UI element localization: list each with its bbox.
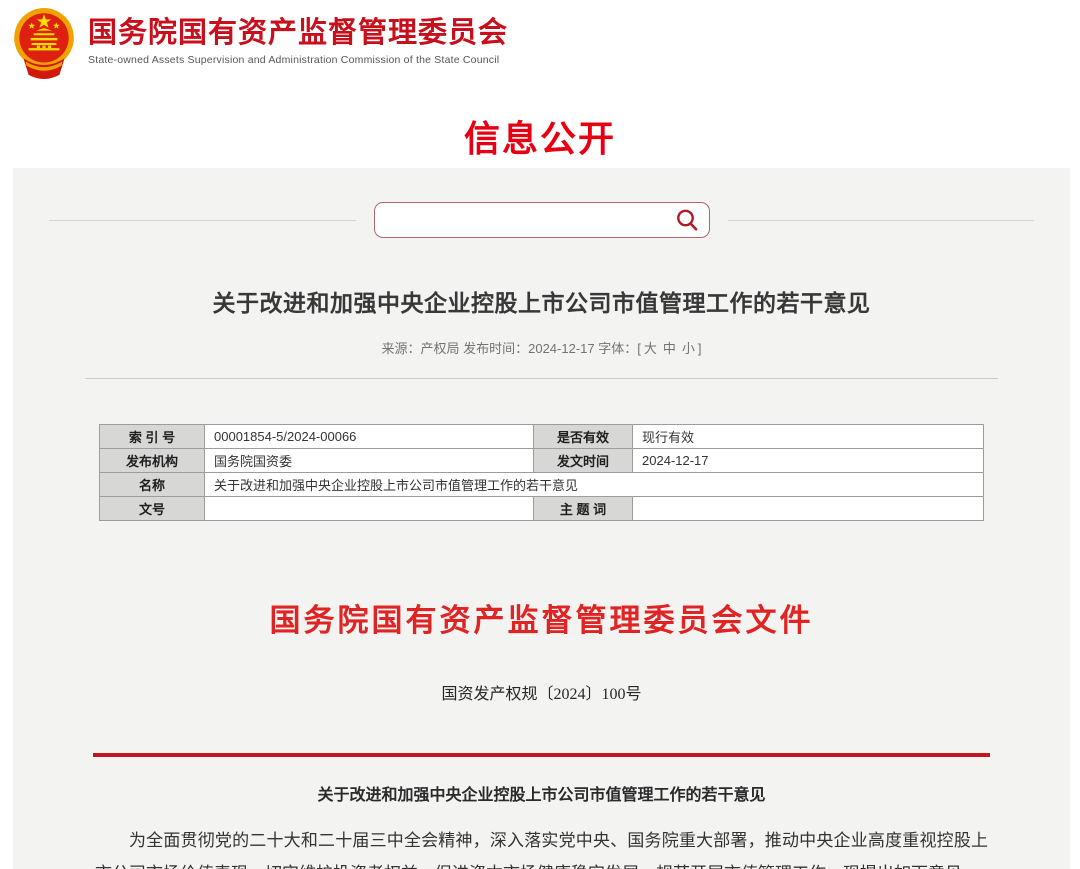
section-divider	[85, 378, 998, 379]
source-label: 来源：	[381, 341, 420, 356]
search-row	[13, 202, 1070, 238]
meta-value-subject	[633, 497, 984, 521]
bracket-close: ]	[698, 341, 702, 356]
table-row: 名称 关于改进和加强中央企业控股上市公司市值管理工作的若干意见	[100, 473, 984, 497]
meta-label-issuer: 发布机构	[100, 449, 205, 473]
meta-value-issuer: 国务院国资委	[205, 449, 534, 473]
font-size-medium-button[interactable]: 中	[660, 341, 679, 356]
font-label: 字体：	[598, 341, 637, 356]
article-meta-line: 来源：产权局 发布时间：2024-12-17 字体：[大中小]	[13, 338, 1070, 357]
table-row: 发布机构 国务院国资委 发文时间 2024-12-17	[100, 449, 984, 473]
source-value: 产权局	[420, 341, 459, 356]
meta-label-issue-date: 发文时间	[534, 449, 633, 473]
org-name-zh: 国务院国有资产监督管理委员会	[88, 16, 508, 50]
meta-value-name: 关于改进和加强中央企业控股上市公司市值管理工作的若干意见	[205, 473, 984, 497]
meta-value-issue-date: 2024-12-17	[633, 449, 984, 473]
publish-date: 2024-12-17	[528, 341, 595, 356]
search-box	[374, 202, 710, 238]
page-title: 信息公开	[0, 110, 1080, 162]
national-emblem-icon	[10, 6, 78, 80]
meta-label-name: 名称	[100, 473, 205, 497]
table-row: 索 引 号 00001854-5/2024-00066 是否有效 现行有效	[100, 425, 984, 449]
meta-label-index: 索 引 号	[100, 425, 205, 449]
publish-label: 发布时间：	[463, 341, 528, 356]
content-card: 关于改进和加强中央企业控股上市公司市值管理工作的若干意见 来源：产权局 发布时间…	[13, 168, 1070, 869]
meta-label-doc-number: 文号	[100, 497, 205, 521]
document-letterhead: 国务院国有资产监督管理委员会文件	[13, 595, 1070, 640]
org-name-en: State-owned Assets Supervision and Admin…	[88, 54, 508, 66]
meta-label-subject: 主 题 词	[534, 497, 633, 521]
document-title: 关于改进和加强中央企业控股上市公司市值管理工作的若干意见	[13, 781, 1070, 805]
search-input[interactable]	[389, 205, 669, 235]
document-meta-table: 索 引 号 00001854-5/2024-00066 是否有效 现行有效 发布…	[99, 424, 984, 521]
document-number: 国资发产权规〔2024〕100号	[13, 680, 1070, 704]
article-title: 关于改进和加强中央企业控股上市公司市值管理工作的若干意见	[13, 284, 1070, 318]
table-row: 文号 主 题 词	[100, 497, 984, 521]
search-button[interactable]	[673, 207, 701, 235]
meta-value-validity: 现行有效	[633, 425, 984, 449]
font-size-small-button[interactable]: 小	[679, 341, 698, 356]
font-size-large-button[interactable]: 大	[641, 341, 660, 356]
meta-value-doc-number	[205, 497, 534, 521]
document-paragraph: 为全面贯彻党的二十大和二十届三中全会精神，深入落实党中央、国务院重大部署，推动中…	[95, 824, 988, 869]
meta-label-validity: 是否有效	[534, 425, 633, 449]
letterhead-red-rule	[93, 753, 990, 757]
site-logo[interactable]: 国务院国有资产监督管理委员会 State-owned Assets Superv…	[10, 6, 508, 80]
divider-right	[728, 220, 1035, 221]
magnifier-icon	[674, 207, 700, 233]
divider-left	[49, 220, 356, 221]
meta-value-index: 00001854-5/2024-00066	[205, 425, 534, 449]
